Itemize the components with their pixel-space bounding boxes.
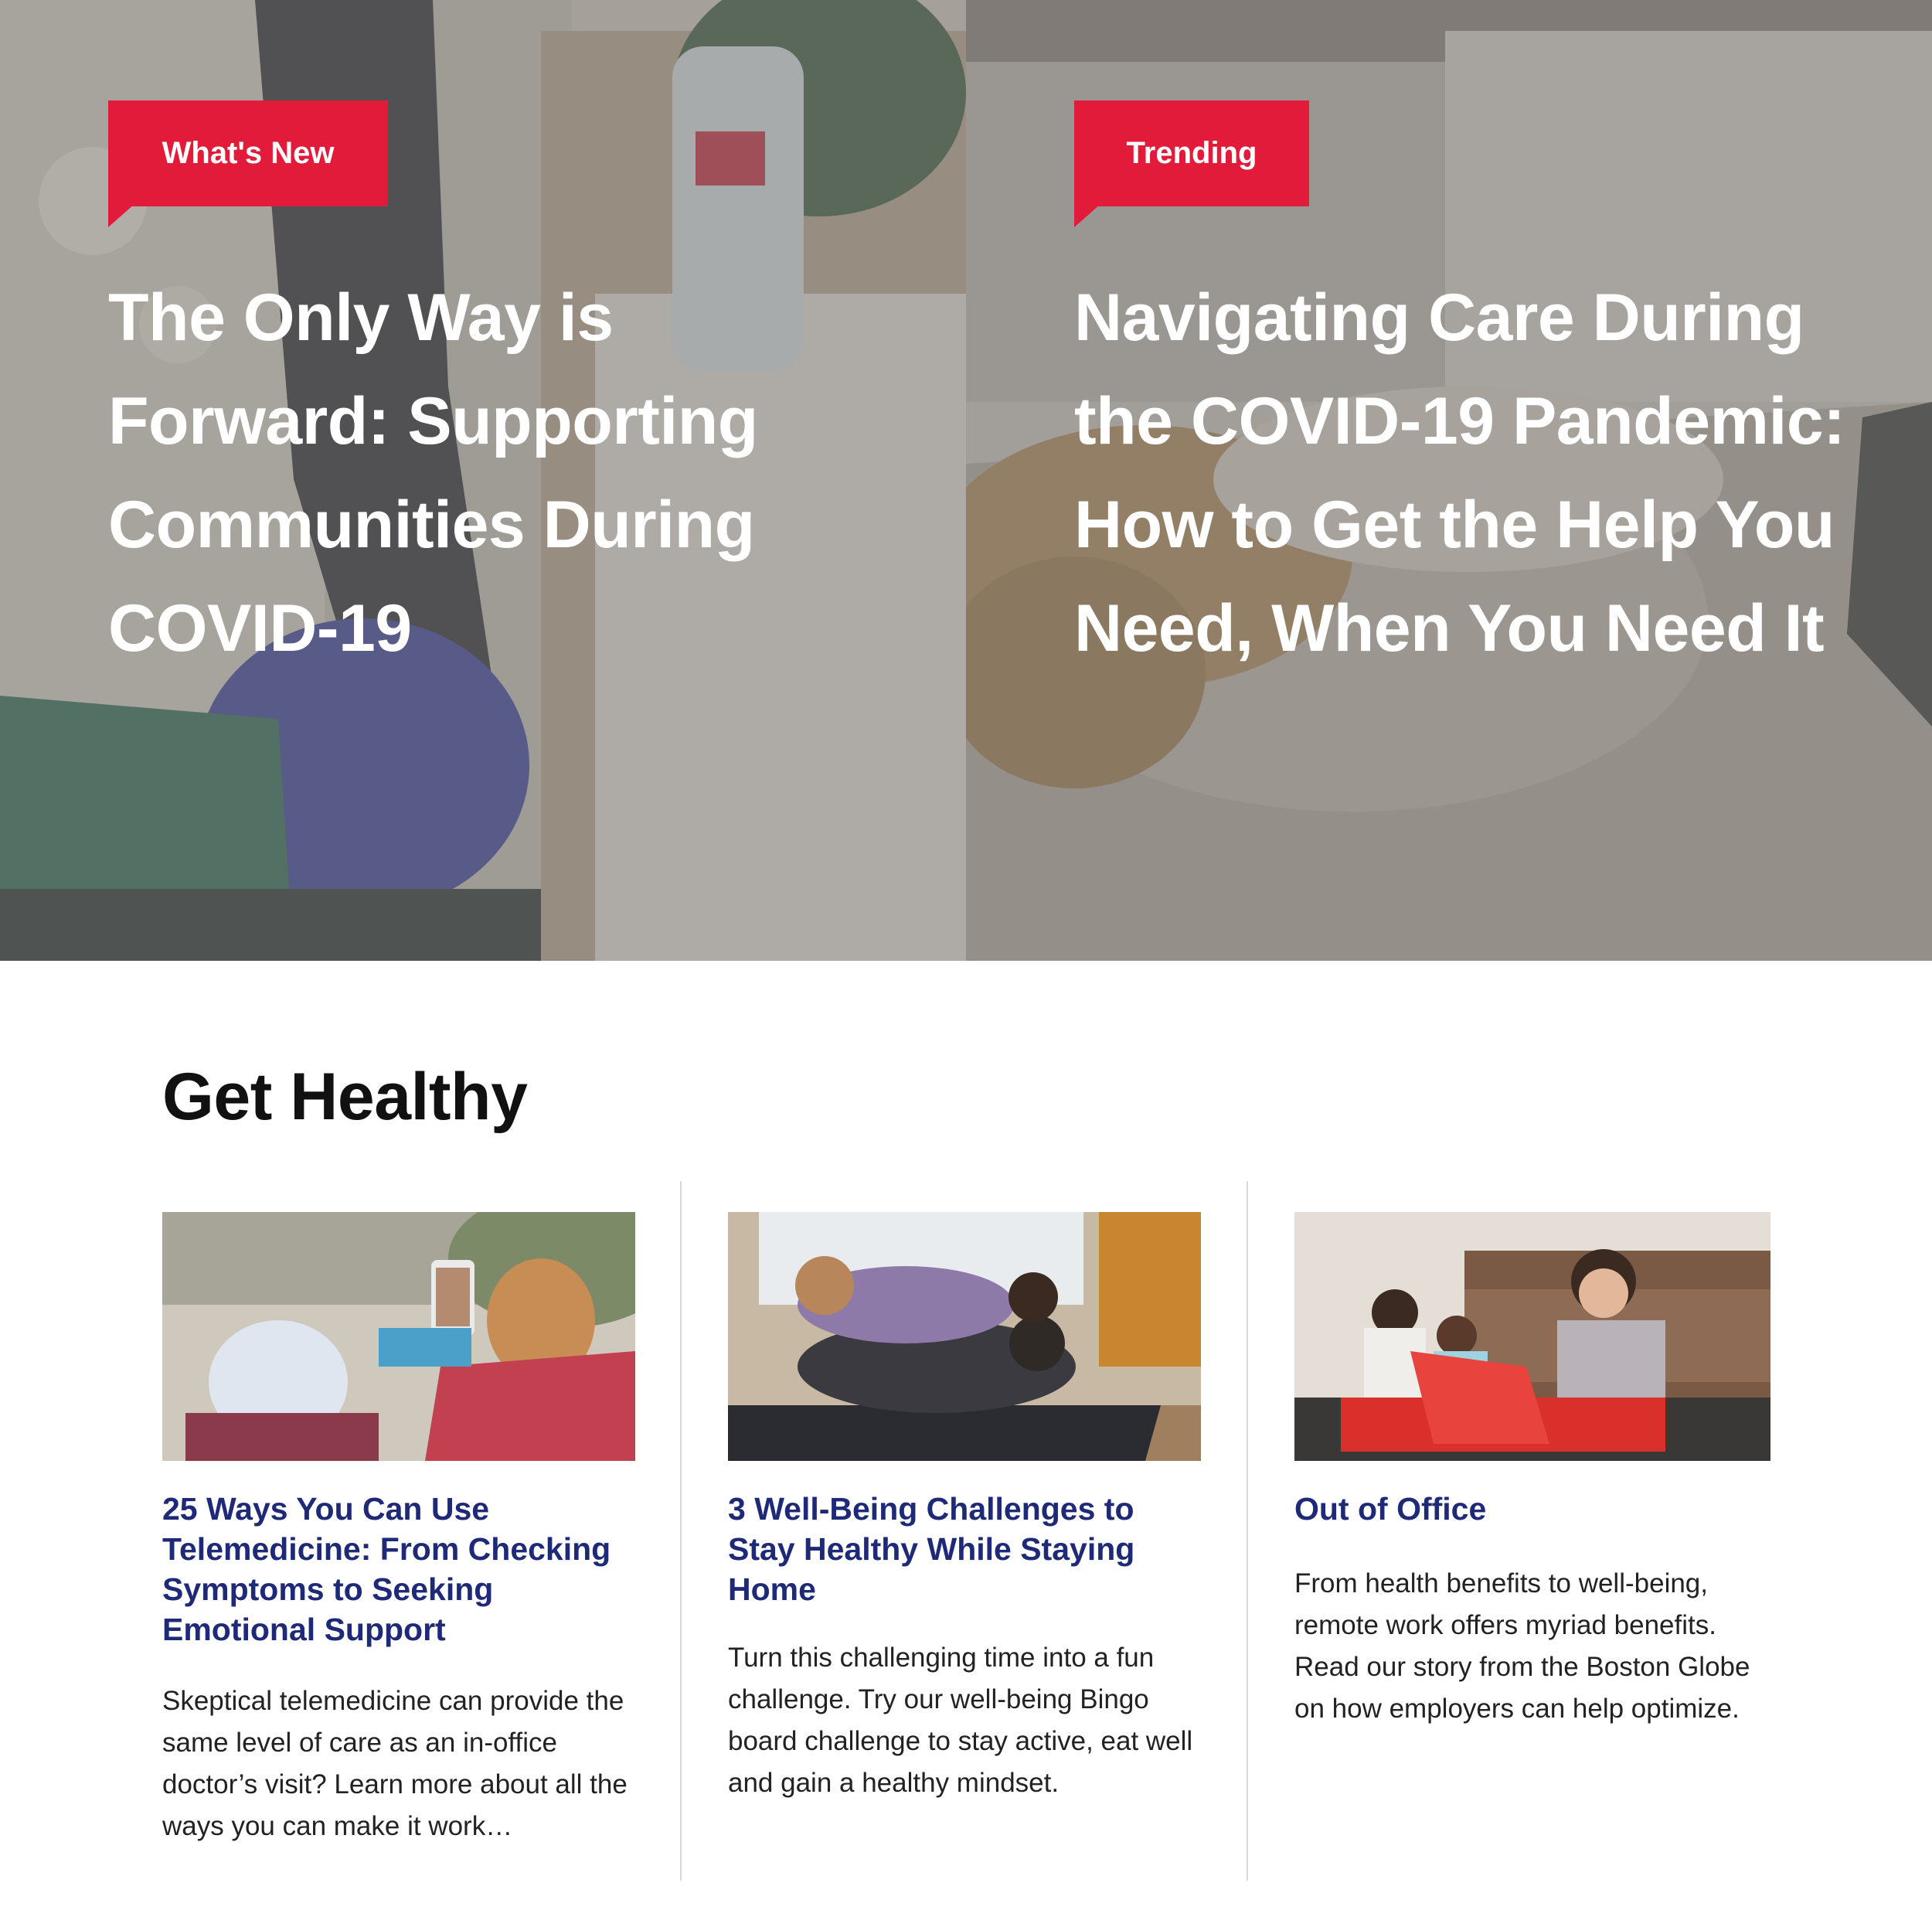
- hero-card-trending[interactable]: Trending Navigating Care During the COVI…: [966, 0, 1932, 961]
- hero-title-left[interactable]: The Only Way is Forward: Supporting Comm…: [108, 266, 850, 680]
- hero-card-whats-new[interactable]: What's New The Only Way is Forward: Supp…: [0, 0, 966, 961]
- card-title[interactable]: Out of Office: [1294, 1489, 1770, 1529]
- article-card-telemedicine[interactable]: 25 Ways You Can Use Telemedicine: From C…: [162, 1212, 635, 1847]
- card-description: Skeptical telemedicine can provide the s…: [162, 1686, 628, 1841]
- card-title[interactable]: 3 Well-Being Challenges to Stay Healthy …: [728, 1489, 1201, 1609]
- card-photo-remote-work: [1294, 1212, 1770, 1461]
- card-description: Turn this challenging time into a fun ch…: [728, 1643, 1193, 1798]
- hero-title-right[interactable]: Navigating Care During the COVID-19 Pand…: [1074, 266, 1855, 680]
- section-title-get-healthy: Get Healthy: [162, 1060, 528, 1134]
- card-photo-telemedicine: [162, 1212, 635, 1461]
- card-photo-family-exercise: [728, 1212, 1201, 1461]
- badge-trending: Trending: [1074, 100, 1309, 227]
- hero-section: What's New The Only Way is Forward: Supp…: [0, 0, 1932, 961]
- column-divider: [680, 1181, 682, 1881]
- article-card-well-being-challenges[interactable]: 3 Well-Being Challenges to Stay Healthy …: [728, 1212, 1201, 1804]
- article-card-out-of-office[interactable]: Out of Office From health benefits to we…: [1294, 1212, 1770, 1730]
- card-description: From health benefits to well-being, remo…: [1294, 1568, 1750, 1724]
- card-title[interactable]: 25 Ways You Can Use Telemedicine: From C…: [162, 1489, 635, 1650]
- column-divider: [1247, 1181, 1248, 1881]
- badge-whats-new: What's New: [108, 100, 388, 227]
